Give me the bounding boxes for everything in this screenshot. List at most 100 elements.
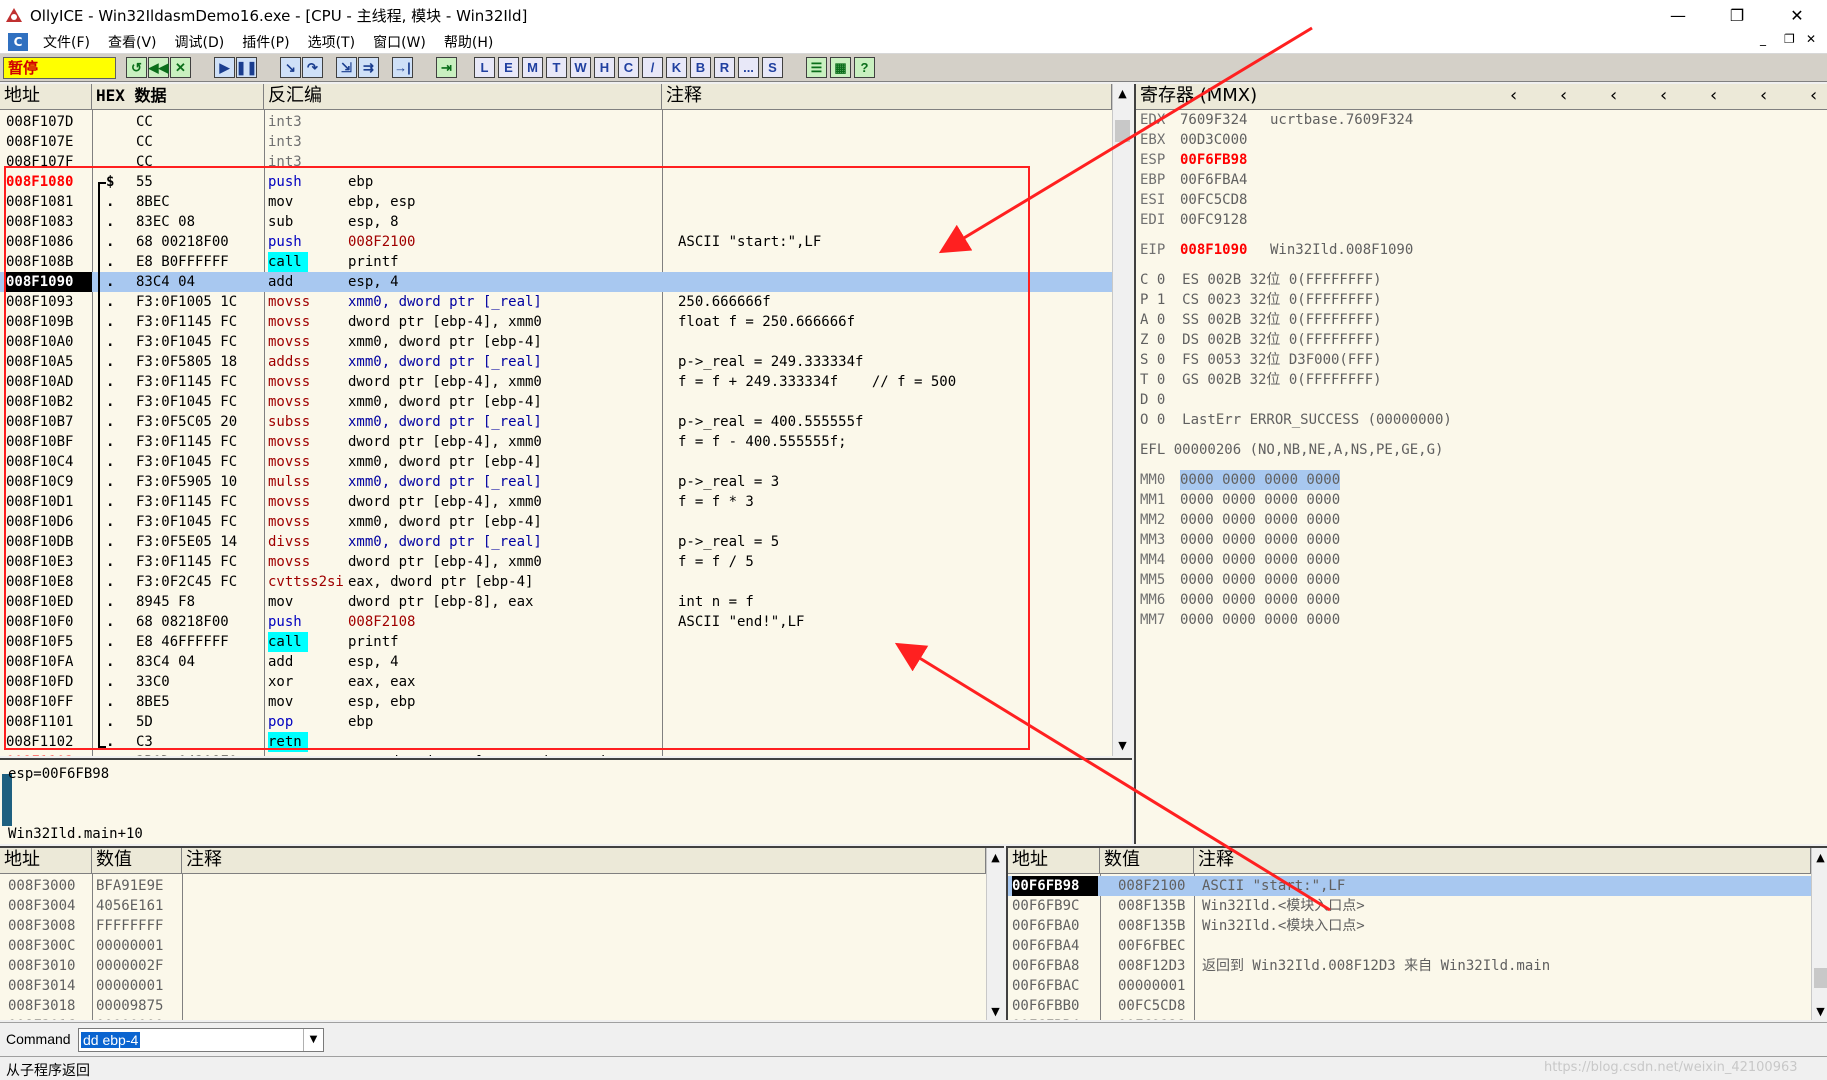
menu-debug[interactable]: 调试(D) (166, 32, 234, 52)
stack-scrollbar[interactable]: ▲ ▼ (1811, 848, 1827, 1020)
col-header-address[interactable]: 地址 (0, 84, 92, 110)
help-icon[interactable]: ? (854, 57, 875, 78)
reg-value[interactable]: 00F6FBA4 (1180, 170, 1247, 190)
dump-scroll-up-icon[interactable]: ▲ (987, 850, 1004, 866)
col-header-disasm[interactable]: 反汇编 (264, 84, 662, 110)
list-icon[interactable]: ☰ (806, 57, 827, 78)
stack-col-value[interactable]: 数值 (1100, 848, 1194, 874)
stack-row[interactable]: 00F6FBA8 008F12D3 返回到 Win32Ild.008F12D3 来自… (1008, 956, 1811, 976)
col-header-hex[interactable]: HEX 数据 (92, 84, 264, 110)
reg-nav-6-icon[interactable]: ‹ (1760, 84, 1767, 108)
trace-over-icon[interactable]: ⇉ (358, 57, 379, 78)
step-into-icon[interactable]: ↘ (280, 57, 301, 78)
reg-nav-1-icon[interactable]: ‹ (1510, 84, 1517, 108)
mmx-value[interactable]: 0000 0000 0000 0000 (1180, 610, 1340, 630)
dump-row[interactable]: 008F3004 4056E161 (0, 896, 986, 916)
toolbar-btn-m[interactable]: M (522, 57, 543, 78)
reg-value[interactable]: 00FC5CD8 (1180, 190, 1247, 210)
reg-nav-2-icon[interactable]: ‹ (1560, 84, 1567, 108)
flag-row[interactable]: C 0 ES 002B 32位 0(FFFFFFFF) (1140, 270, 1382, 290)
mdi-restore-icon[interactable]: ❐ (1784, 32, 1795, 46)
stack-row[interactable]: 00F6FB9C 008F135B Win32Ild.<模块入口点> (1008, 896, 1811, 916)
toolbar-btn-k[interactable]: K (666, 57, 687, 78)
dump-col-address[interactable]: 地址 (0, 848, 92, 874)
toolbar-btn-w[interactable]: W (570, 57, 591, 78)
toolbar-btn-t[interactable]: T (546, 57, 567, 78)
toolbar-btn-s[interactable]: S (762, 57, 783, 78)
mmx-value[interactable]: 0000 0000 0000 0000 (1180, 550, 1340, 570)
run-icon[interactable]: ▶ (214, 57, 235, 78)
toolbar-btn-dots[interactable]: ... (738, 57, 759, 78)
step-over-icon[interactable]: ↷ (302, 57, 323, 78)
stack-scroll-up-icon[interactable]: ▲ (1812, 850, 1827, 866)
close-button[interactable]: ✕ (1772, 0, 1822, 30)
mdi-minimize-icon[interactable]: _ (1760, 32, 1766, 46)
execute-till-return-icon[interactable]: →| (392, 57, 413, 78)
toolbar-btn-b[interactable]: B (690, 57, 711, 78)
dump-row[interactable]: 008F301C 00000000 (0, 1016, 986, 1020)
mmx-value[interactable]: 0000 0000 0000 0000 (1180, 490, 1340, 510)
stack-scroll-down-icon[interactable]: ▼ (1812, 1004, 1827, 1020)
reg-nav-7-icon[interactable]: ‹ (1810, 84, 1817, 108)
stack-scroll-thumb[interactable] (1814, 968, 1827, 988)
reg-value[interactable]: 008F1090 (1180, 240, 1247, 260)
toolbar-btn-slash[interactable]: / (642, 57, 663, 78)
flag-row[interactable]: S 0 FS 0053 32位 D3F000(FFF) (1140, 350, 1382, 370)
trace-into-icon[interactable]: ⇲ (336, 57, 357, 78)
reg-nav-5-icon[interactable]: ‹ (1710, 84, 1717, 108)
mmx-value[interactable]: 0000 0000 0000 0000 (1180, 590, 1340, 610)
reg-value[interactable]: 00FC9128 (1180, 210, 1247, 230)
disasm-row[interactable]: 008F107D CC int3 (0, 112, 1112, 132)
disasm-row[interactable]: 008F1103 3B0D 04308F0 cmpecx, dword ptr [_… (0, 752, 1112, 756)
reg-value[interactable]: 00D3C000 (1180, 130, 1247, 150)
goto-icon[interactable]: ⇥ (436, 57, 457, 78)
dump-col-value[interactable]: 数值 (92, 848, 182, 874)
dump-row[interactable]: 008F3018 00009875 (0, 996, 986, 1016)
menu-help[interactable]: 帮助(H) (435, 32, 502, 52)
toolbar-btn-c[interactable]: C (618, 57, 639, 78)
dump-pane[interactable]: 地址 数值 注释 008F3000 BFA91E9E 008F3004 4056E16… (0, 846, 1004, 1020)
stack-col-comment[interactable]: 注释 (1194, 848, 1811, 874)
stack-row[interactable]: 00F6FB98 008F2100 ASCII "start:",LF (1008, 876, 1811, 896)
disassembly-scrollbar[interactable]: ▲ ▼ (1112, 84, 1132, 756)
menu-window[interactable]: 窗口(W) (364, 32, 435, 52)
dump-row[interactable]: 008F3000 BFA91E9E (0, 876, 986, 896)
minimize-button[interactable]: — (1653, 0, 1703, 30)
stack-row[interactable]: 00F6FBAC 00000001 (1008, 976, 1811, 996)
disasm-row[interactable]: 008F107E CC int3 (0, 132, 1112, 152)
scroll-thumb[interactable] (1115, 120, 1130, 142)
toolbar-btn-r[interactable]: R (714, 57, 735, 78)
dump-scroll-down-icon[interactable]: ▼ (987, 1004, 1004, 1020)
command-input[interactable]: dd ebp-4 ▼ (78, 1028, 324, 1052)
stack-row[interactable]: 00F6FBB4 00FC9128 (1008, 1016, 1811, 1020)
grid-icon[interactable]: ▦ (830, 57, 851, 78)
dump-row[interactable]: 008F300C 00000001 (0, 936, 986, 956)
toolbar-btn-h[interactable]: H (594, 57, 615, 78)
toolbar-btn-e[interactable]: E (498, 57, 519, 78)
flag-row[interactable]: D 0 (1140, 390, 1165, 410)
stack-col-address[interactable]: 地址 (1008, 848, 1100, 874)
close-process-icon[interactable]: ✕ (170, 57, 191, 78)
maximize-button[interactable]: ❐ (1712, 0, 1762, 30)
flag-row[interactable]: O 0 LastErr ERROR_SUCCESS (00000000) (1140, 410, 1452, 430)
flag-row[interactable]: A 0 SS 002B 32位 0(FFFFFFFF) (1140, 310, 1382, 330)
flag-row[interactable]: Z 0 DS 002B 32位 0(FFFFFFFF) (1140, 330, 1382, 350)
col-header-comment[interactable]: 注释 (662, 84, 1112, 110)
command-dropdown-icon[interactable]: ▼ (303, 1029, 323, 1051)
dump-row[interactable]: 008F3008 FFFFFFFF (0, 916, 986, 936)
stack-row[interactable]: 00F6FBA4 00F6FBEC (1008, 936, 1811, 956)
efl-row[interactable]: EFL 00000206 (NO,NB,NE,A,NS,PE,GE,G) (1140, 440, 1443, 460)
reg-value[interactable]: 00F6FB98 (1180, 150, 1247, 170)
stack-row[interactable]: 00F6FBB0 00FC5CD8 (1008, 996, 1811, 1016)
stack-pane[interactable]: 地址 数值 注释 00F6FB98 008F2100 ASCII "start:",… (1006, 846, 1827, 1020)
dump-scrollbar[interactable]: ▲ ▼ (986, 848, 1004, 1020)
cpu-window-icon[interactable]: C (8, 32, 28, 51)
reg-nav-3-icon[interactable]: ‹ (1610, 84, 1617, 108)
dump-row[interactable]: 008F3014 00000001 (0, 976, 986, 996)
menu-options[interactable]: 选项(T) (299, 32, 364, 52)
toolbar-btn-l[interactable]: L (474, 57, 495, 78)
mmx-value[interactable]: 0000 0000 0000 0000 (1180, 510, 1340, 530)
menu-plugins[interactable]: 插件(P) (233, 32, 298, 52)
registers-pane[interactable]: 寄存器 (MMX) ‹ ‹ ‹ ‹ ‹ ‹ ‹ EDX 7609F324 ucrtb… (1134, 84, 1827, 844)
mdi-close-icon[interactable]: ✕ (1806, 32, 1816, 46)
